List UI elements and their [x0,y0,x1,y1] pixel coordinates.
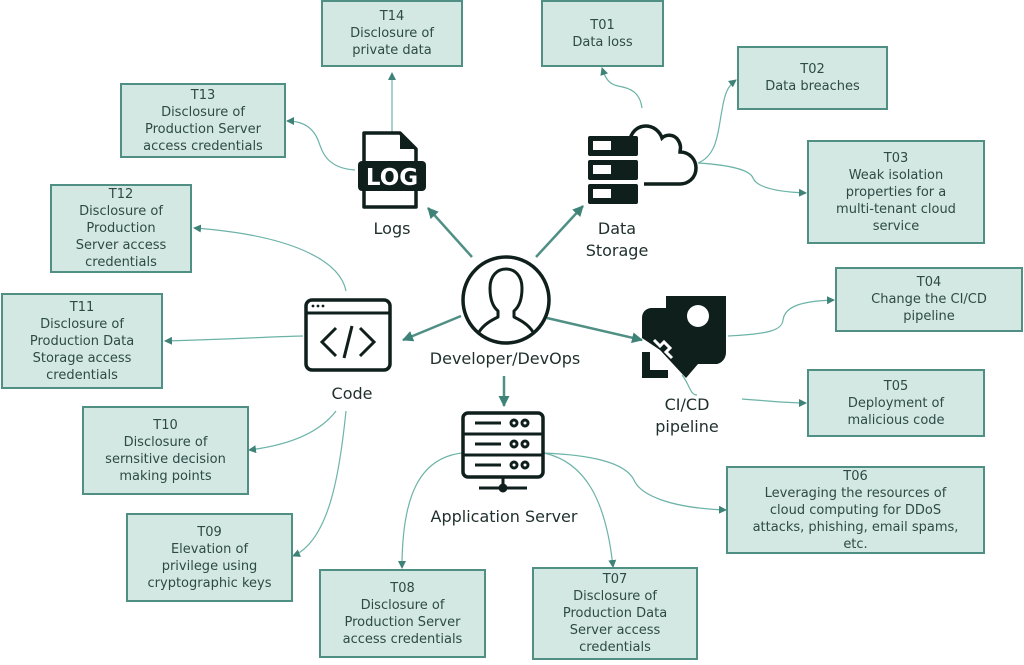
edge-cicd-t05b [741,398,807,407]
threat-text: Data loss [572,34,633,50]
threat-text: Disclosure of Production Data Server acc… [562,589,668,655]
threat-text: Change the CI/CD pipeline [871,292,987,324]
threat-text: Deployment of malicious code [847,395,945,428]
log-file-icon: LOG [358,131,426,209]
app-server-label: Application Server [430,507,578,526]
threat-id: T05 [883,378,909,394]
edge-code-t12 [193,224,347,292]
cicd-label: CI/CD pipeline [655,395,719,436]
threat-box-t04: T04 Change the CI/CD pipeline [835,267,1023,332]
threat-text: Weak isolation properties for a multi-te… [836,167,956,234]
threat-id: T04 [916,275,942,290]
threat-box-t06: T06 Leveraging the resources of cloud co… [726,466,985,554]
center-label: Developer/DevOps [429,349,581,368]
edge-code-t09 [292,410,347,557]
threat-id: T14 [379,9,405,24]
threat-box-t07: T07 Disclosure of Production Data Server… [532,567,698,660]
edge-center-code [402,314,462,342]
threat-text: Elevation of privilege using cryptograph… [147,541,272,591]
threat-box-t08: T08 Disclosure of Production Server acce… [319,569,486,658]
threat-box-t01: T01 Data loss [541,0,664,67]
threat-id: T11 [69,299,95,315]
threat-id: T01 [590,17,615,33]
threat-box-t11: T11 Disclosure of Production Data Storag… [1,293,163,389]
code-window-icon [304,298,392,372]
threat-box-t14: T14 Disclosure of private data [321,0,463,67]
edge-as-t06 [543,452,727,514]
threat-id: T02 [800,62,825,77]
edge-code-t11 [164,335,304,345]
threat-text: Data breaches [765,79,860,94]
threat-box-t13: T13 Disclosure of Production Server acce… [120,83,286,158]
threat-text: Disclosure of private data [350,26,434,58]
server-icon [461,411,545,493]
threat-text: Disclosure of sernsitive decision making… [105,434,226,484]
data-storage-label: Data Storage [585,219,649,260]
threat-box-t09: T09 Elevation of privilege using cryptog… [126,513,293,602]
rocket-icon [642,296,726,378]
threat-id: T08 [390,580,415,596]
code-label: Code [331,384,373,403]
threat-text: Disclosure of Production Server access c… [75,204,167,270]
threat-text: Leveraging the resources of cloud comput… [752,485,959,552]
threat-id: T09 [197,524,222,540]
threat-id: T13 [190,87,216,103]
threat-text: Disclosure of Production Server access c… [143,104,263,154]
threat-box-t12: T12 Disclosure of Production Server acce… [50,184,192,273]
logs-label: Logs [373,219,411,238]
edge-ds-t03 [697,162,807,197]
threat-id: T10 [153,417,178,433]
threat-id: T03 [883,150,909,166]
edge-code-t10 [248,410,337,454]
user-icon [461,255,551,345]
edge-cicd-t04 [727,296,835,337]
threat-text: Disclosure of Production Server access c… [342,597,463,647]
threat-id: T12 [108,187,134,202]
database-cloud-icon [588,124,698,204]
edge-logs-t13 [286,117,356,171]
threat-id: T07 [602,572,628,587]
edge-center-cicd [546,316,643,344]
threat-id: T06 [843,468,868,484]
threat-box-t03: T03 Weak isolation properties for a mult… [807,140,985,244]
edge-ds-t01 [600,67,643,109]
threat-box-t02: T02 Data breaches [737,46,888,110]
edge-ds-t02 [697,79,737,164]
edge-center-logs [427,207,473,258]
threat-box-t10: T10 Disclosure of sernsitive decision ma… [82,406,249,495]
svg-text:LOG: LOG [366,165,418,191]
threat-box-t05: T05 Deployment of malicious code [807,369,985,437]
threat-text: Disclosure of Production Data Storage ac… [29,316,135,383]
